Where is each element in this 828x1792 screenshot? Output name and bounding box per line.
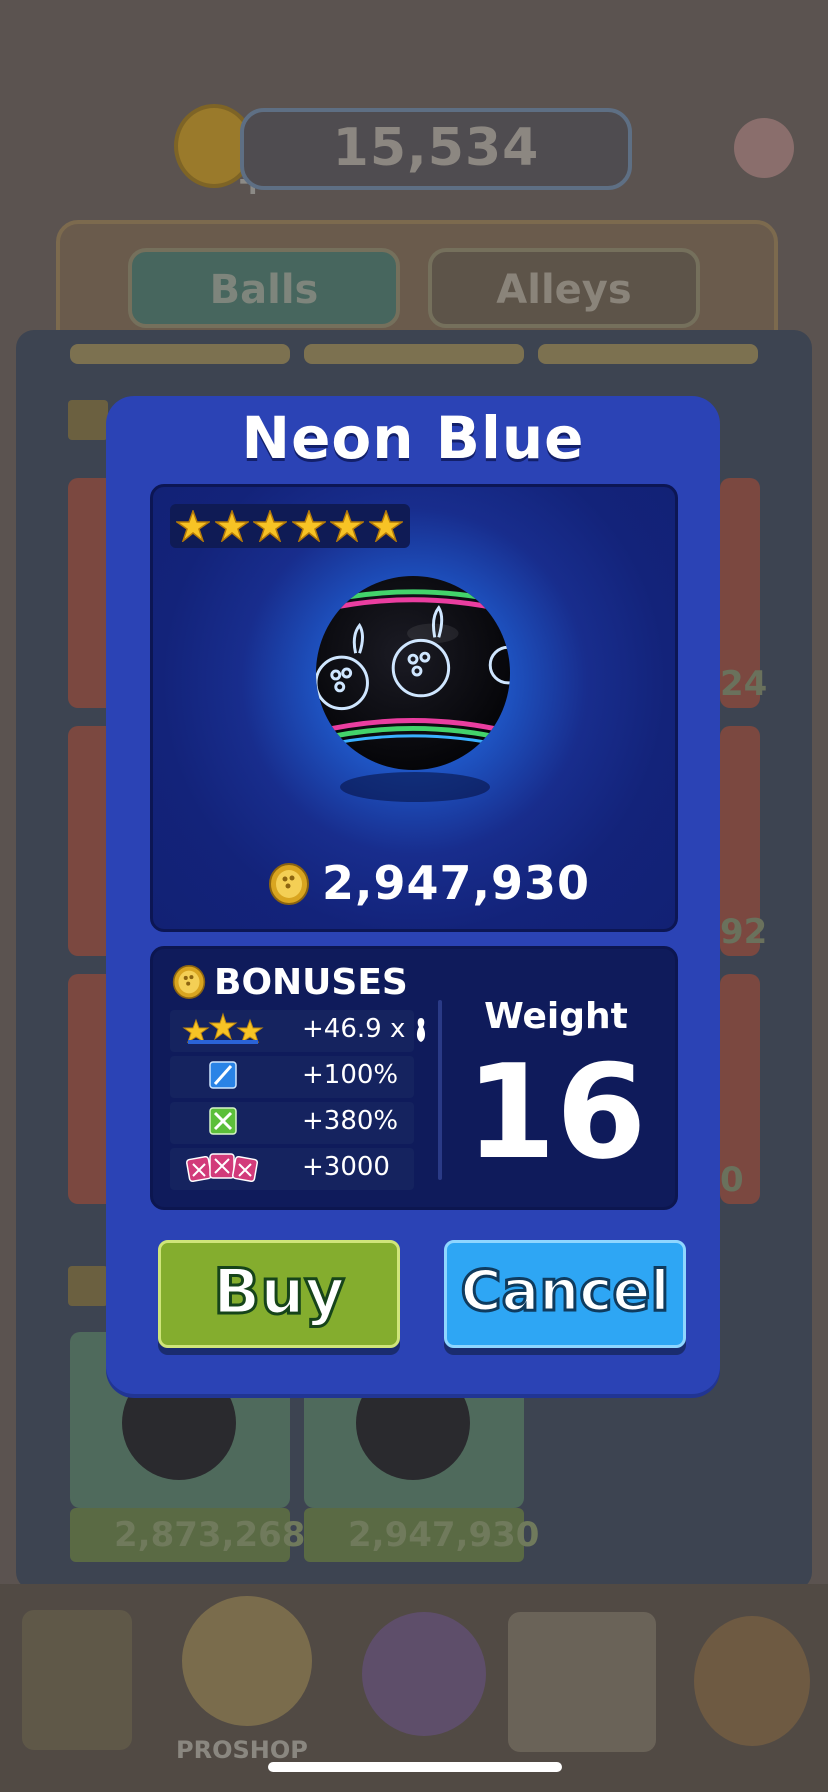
shelf-stripe [304,344,524,364]
coin-balance: 15,534 [240,108,632,190]
bonuses-title: BONUSES [214,962,408,1003]
shelf-stripe [70,344,290,364]
bonus-value: +380% [302,1106,399,1136]
card-price: 24 [720,664,768,704]
rating-star-icon [291,510,326,542]
ball-shadow [340,772,490,802]
shop-cart-icon[interactable] [22,1610,132,1750]
rating-star-icon [253,510,287,542]
card-price: 2,873,268 [70,1508,305,1562]
cancel-button[interactable]: Cancel [444,1240,686,1348]
star-icon [68,1266,108,1306]
pin-icon [416,1017,425,1042]
rewards-badge-icon[interactable] [694,1616,810,1746]
ball-price: 2,947,930 [322,856,590,910]
versus-icon[interactable] [508,1612,656,1752]
weight-label: Weight [484,996,628,1037]
buy-button[interactable]: Buy [158,1240,400,1348]
neon-blue-ball-image [315,575,511,771]
home-indicator[interactable] [268,1762,562,1772]
shelf-stripe [538,344,758,364]
card-price: 2,947,930 [304,1508,539,1562]
play-icon[interactable] [362,1612,486,1736]
rating-star-icon [214,510,249,542]
rating-star-icon [330,510,364,542]
rating-star-icon [368,510,403,542]
spare-icon [209,1061,237,1089]
bonus-value: +100% [302,1060,399,1090]
three-stars-icon [182,1012,264,1044]
star-icon [68,400,108,440]
coin-icon [172,965,206,999]
bonus-value: +3000 [302,1152,390,1182]
bonus-value: +46.9 x [302,1014,428,1044]
tab-alleys[interactable]: Alleys [428,248,700,328]
proshop-icon[interactable] [182,1596,312,1726]
ball-icon[interactable] [734,118,794,178]
tab-balls[interactable]: Balls [128,248,400,328]
card-price: 0 [720,1160,744,1200]
dialog-title: Neon Blue [241,404,585,472]
rating-star-icon [176,510,210,542]
strike-icon [209,1107,237,1135]
card-price: 92 [720,912,768,952]
proshop-label: PROSHOP [176,1736,308,1764]
triple-strike-icon [185,1153,259,1183]
weight-value: 16 [465,1036,647,1188]
coin-icon [269,863,309,905]
divider [438,1000,442,1180]
